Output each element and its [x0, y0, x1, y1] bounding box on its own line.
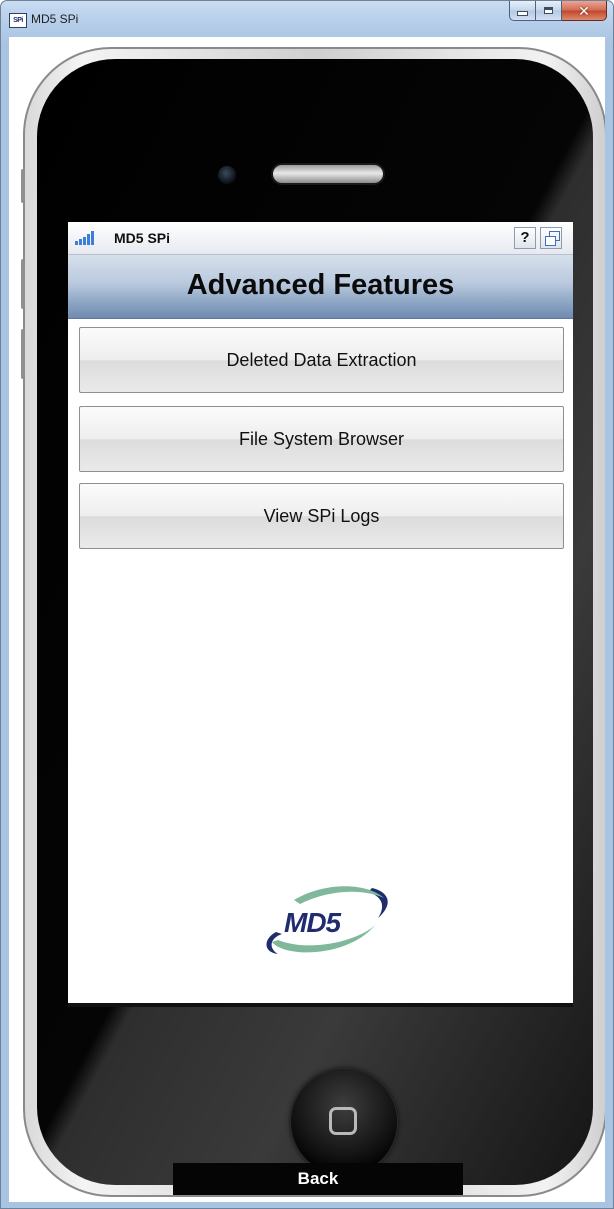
window-titlebar[interactable]: SPi MD5 SPi ✕	[1, 1, 613, 37]
app-window: SPi MD5 SPi ✕ MD5 SPi ? Advanced Feature…	[0, 0, 614, 1209]
app-status-bar: MD5 SPi ?	[68, 222, 573, 255]
phone-side-button-mute	[21, 169, 25, 203]
view-spi-logs-button[interactable]: View SPi Logs	[79, 483, 564, 549]
close-button[interactable]: ✕	[562, 1, 607, 21]
front-camera-icon	[218, 166, 236, 184]
close-icon: ✕	[578, 2, 590, 19]
logo-text: MD5	[284, 907, 342, 938]
signal-strength-icon	[75, 231, 94, 245]
maximize-icon	[544, 7, 553, 14]
home-button[interactable]	[291, 1069, 397, 1175]
phone-side-button-volume-down	[21, 329, 25, 379]
earpiece-speaker	[273, 165, 383, 183]
file-system-browser-button[interactable]: File System Browser	[79, 406, 564, 472]
deleted-data-extraction-button[interactable]: Deleted Data Extraction	[79, 327, 564, 393]
status-app-name: MD5 SPi	[114, 230, 171, 246]
page-title: Advanced Features	[186, 269, 455, 301]
minimize-icon	[517, 11, 528, 16]
window-title: MD5 SPi	[31, 12, 79, 26]
page-header: Advanced Features	[68, 255, 573, 319]
maximize-button[interactable]	[536, 1, 562, 21]
phone-screen: MD5 SPi ? Advanced Features Deleted Data…	[68, 222, 573, 1003]
app-icon: SPi	[9, 13, 27, 28]
minimize-button[interactable]	[509, 1, 536, 21]
caption-buttons: ✕	[509, 1, 607, 22]
back-button[interactable]: Back	[173, 1163, 463, 1195]
home-square-icon	[329, 1107, 357, 1135]
screen-bottom-edge	[68, 1003, 573, 1007]
md5-logo: MD5	[266, 886, 388, 954]
restore-window-icon[interactable]	[540, 227, 562, 249]
phone-side-button-volume-up	[21, 259, 25, 309]
help-button[interactable]: ?	[514, 227, 536, 249]
window-client-area: MD5 SPi ? Advanced Features Deleted Data…	[9, 37, 605, 1202]
